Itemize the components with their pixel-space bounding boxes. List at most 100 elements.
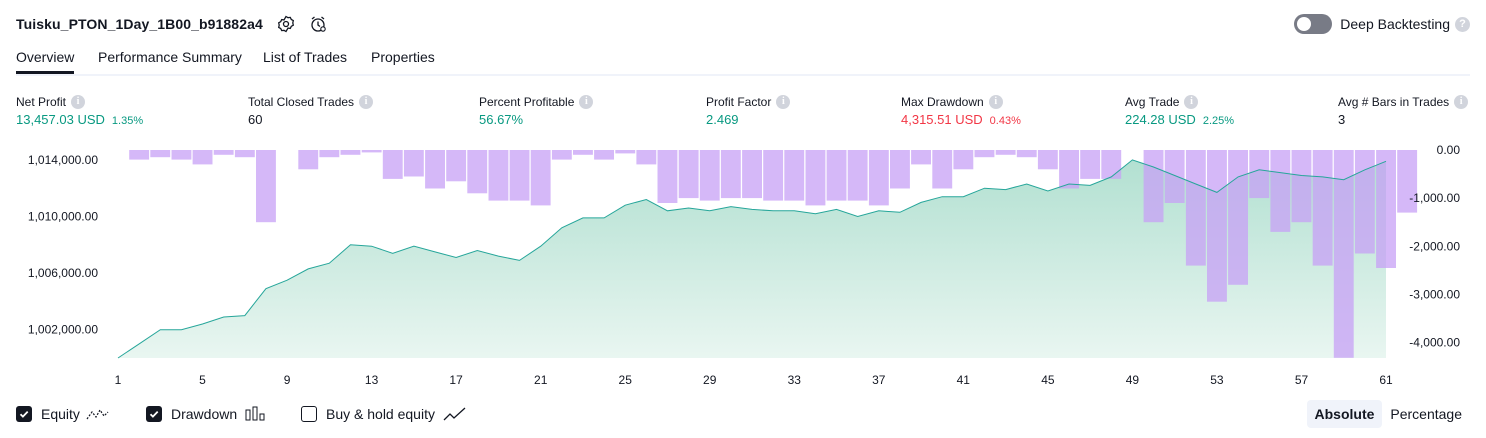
metric-label: Max Drawdown	[901, 95, 984, 109]
report-header: Tuisku_PTON_1Day_1B00_b91882a4	[16, 14, 327, 34]
metric-percent-profitable: Percent Profitable i 56.67%	[479, 94, 594, 128]
drawdown-bar	[446, 150, 467, 182]
drawdown-checkbox[interactable]	[146, 406, 162, 422]
drawdown-bar	[213, 150, 234, 155]
drawdown-bar	[150, 150, 171, 158]
drawdown-bar	[1291, 150, 1312, 223]
drawdown-bar	[784, 150, 805, 201]
x-axis-tick: 57	[1295, 373, 1309, 387]
drawdown-bar	[763, 150, 784, 201]
metric-avg-bars-in-trades: Avg # Bars in Trades i 3	[1338, 94, 1469, 128]
x-axis-tick: 29	[703, 373, 717, 387]
buy-hold-checkbox[interactable]	[301, 406, 317, 422]
drawdown-label: Drawdown	[171, 406, 238, 422]
drawdown-bar	[890, 150, 910, 189]
left-axis-tick: 1,006,000.00	[28, 266, 98, 280]
x-axis-tick: 49	[1126, 373, 1140, 387]
right-axis-tick: -2,000.00	[1409, 239, 1460, 253]
buy-hold-label: Buy & hold equity	[326, 406, 435, 422]
drawdown-bar	[1143, 150, 1164, 223]
drawdown-bar	[615, 150, 636, 154]
drawdown-bar	[1037, 150, 1058, 170]
metric-value: 224.28 USD	[1125, 112, 1196, 127]
drawdown-bar	[530, 150, 551, 206]
strategy-title: Tuisku_PTON_1Day_1B00_b91882a4	[16, 16, 263, 32]
metric-value: 3	[1338, 112, 1346, 127]
x-axis-tick: 5	[199, 373, 206, 387]
deep-backtesting-toggle[interactable]	[1294, 14, 1333, 34]
drawdown-bar	[1333, 150, 1354, 358]
info-icon[interactable]: i	[776, 95, 791, 109]
drawdown-bar	[868, 150, 889, 206]
drawdown-bar	[826, 150, 847, 201]
info-icon[interactable]: i	[71, 95, 86, 109]
tab-properties[interactable]: Properties	[371, 48, 435, 74]
drawdown-bar	[1080, 150, 1101, 179]
drawdown-bar	[742, 150, 762, 199]
legend-equity[interactable]: Equity	[16, 402, 110, 426]
info-icon[interactable]: i	[1454, 95, 1469, 109]
drawdown-bar	[1016, 150, 1037, 158]
legend-drawdown[interactable]: Drawdown	[146, 402, 267, 426]
metric-max-drawdown: Max Drawdown i 4,315.51 USD 0.43%	[901, 94, 1021, 128]
drawdown-bar	[1101, 150, 1122, 179]
drawdown-bar	[192, 150, 213, 165]
left-axis-tick: 1,014,000.00	[28, 153, 98, 167]
drawdown-bar	[720, 150, 741, 199]
settings-icon[interactable]	[277, 15, 295, 33]
drawdown-bar	[382, 150, 403, 179]
metric-avg-trade: Avg Trade i 224.28 USD 2.25%	[1125, 94, 1234, 128]
info-icon[interactable]: i	[988, 95, 1003, 109]
x-axis-tick: 33	[788, 373, 802, 387]
x-axis-tick: 25	[619, 373, 633, 387]
tab-overview[interactable]: Overview	[16, 48, 75, 74]
drawdown-bar	[805, 150, 826, 206]
tab-list-of-trades[interactable]: List of Trades	[263, 48, 347, 74]
x-axis-tick: 13	[365, 373, 379, 387]
alert-settings-icon[interactable]	[309, 15, 327, 33]
metric-value: 2.469	[706, 112, 739, 127]
tab-performance-summary[interactable]: Performance Summary	[98, 48, 242, 74]
metric-value: 56.67%	[479, 112, 524, 127]
equity-legend-icon	[86, 406, 110, 422]
drawdown-bar	[1270, 150, 1291, 232]
drawdown-bar	[1228, 150, 1248, 285]
drawdown-bar	[319, 150, 340, 158]
legend-buy-hold[interactable]: Buy & hold equity	[301, 402, 467, 426]
equity-drawdown-chart[interactable]: 1,014,000.00 1,010,000.00 1,006,000.00 1,00…	[0, 140, 1486, 390]
right-axis-tick: -4,000.00	[1409, 336, 1460, 350]
drawdown-bar	[256, 150, 276, 223]
info-icon[interactable]: i	[579, 95, 594, 109]
drawdown-bar	[298, 150, 319, 170]
drawdown-bar	[657, 150, 678, 203]
drawdown-bar	[953, 150, 974, 170]
drawdown-bar	[974, 150, 995, 158]
metric-label: Avg # Bars in Trades	[1338, 95, 1450, 109]
drawdown-bar	[234, 150, 255, 158]
metric-total-closed-trades: Total Closed Trades i 60	[248, 94, 374, 128]
percentage-button[interactable]: Percentage	[1382, 400, 1470, 428]
help-icon[interactable]: ?	[1455, 16, 1470, 32]
equity-checkbox[interactable]	[16, 406, 32, 422]
view-mode-toggle: Absolute Percentage	[1306, 400, 1471, 428]
deep-backtesting: Deep Backtesting ?	[1294, 14, 1470, 34]
deep-backtesting-label: Deep Backtesting	[1340, 16, 1450, 32]
drawdown-bar	[425, 150, 445, 189]
x-axis-tick: 61	[1379, 373, 1393, 387]
x-axis-tick: 21	[534, 373, 548, 387]
info-icon[interactable]: i	[359, 95, 374, 109]
drawdown-bar	[1249, 150, 1270, 199]
right-axis-tick: -1,000.00	[1409, 191, 1460, 205]
info-icon[interactable]: i	[1184, 95, 1199, 109]
metric-label: Profit Factor	[706, 95, 772, 109]
drawdown-bar	[488, 150, 509, 201]
buy-hold-legend-icon	[443, 406, 467, 422]
report-tabs: Overview Performance Summary List of Tra…	[16, 48, 1470, 76]
drawdown-bar	[932, 150, 953, 189]
x-axis-tick: 41	[957, 373, 971, 387]
drawdown-bar	[678, 150, 699, 199]
drawdown-bar	[361, 150, 382, 153]
drawdown-bar	[995, 150, 1016, 155]
absolute-button[interactable]: Absolute	[1306, 400, 1383, 428]
drawdown-bar	[171, 150, 192, 160]
